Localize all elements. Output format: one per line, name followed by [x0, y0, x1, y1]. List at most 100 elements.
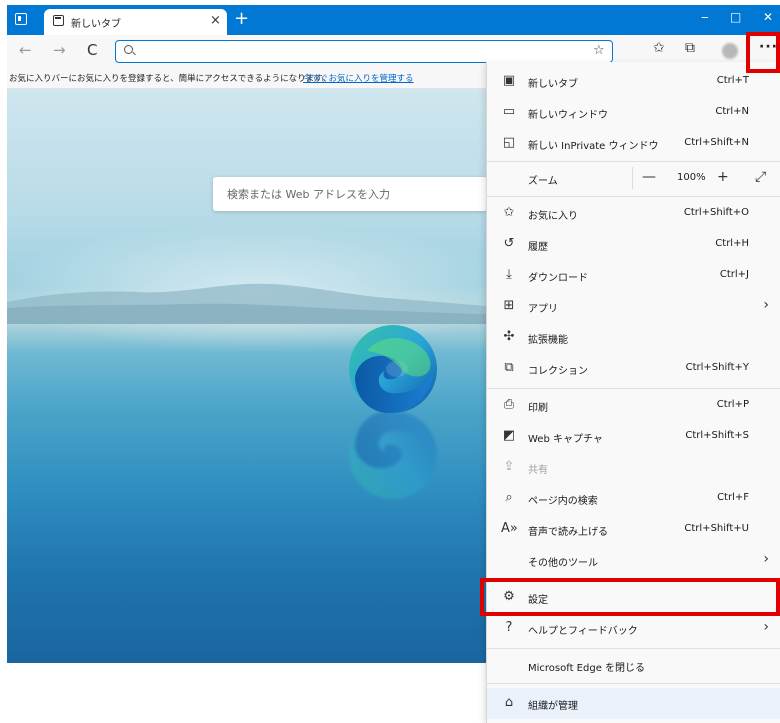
- menu-item-downloads[interactable]: ⤓ ダウンロード Ctrl+J: [487, 260, 780, 291]
- menu-label: 新しい InPrivate ウィンドウ: [528, 141, 659, 152]
- zoom-level: 100%: [677, 172, 706, 183]
- menu-label: その他のツール: [528, 558, 598, 569]
- menu-item-print[interactable]: ⎙ 印刷 Ctrl+P: [487, 390, 780, 421]
- menu-shortcut: Ctrl+Shift+Y: [685, 362, 749, 373]
- extensions-icon: ✣: [503, 329, 515, 344]
- forward-button[interactable]: →: [53, 41, 66, 59]
- menu-item-collections[interactable]: ⧉ コレクション Ctrl+Shift+Y: [487, 353, 780, 384]
- web-search-input[interactable]: [213, 177, 487, 211]
- new-tab-page: [7, 89, 487, 663]
- zoom-out-button[interactable]: —: [642, 169, 656, 185]
- menu-item-apps[interactable]: ⊞ アプリ ›: [487, 291, 780, 322]
- menu-item-read-aloud[interactable]: A» 音声で読み上げる Ctrl+Shift+U: [487, 514, 780, 545]
- menu-label: ズーム: [528, 176, 558, 187]
- new-tab-icon: ▣: [502, 73, 516, 88]
- edge-logo-reflection: [349, 411, 437, 499]
- menu-label: 共有: [528, 465, 548, 476]
- background-hills: [7, 283, 487, 324]
- menu-item-web-capture[interactable]: ◩ Web キャプチャ Ctrl+Shift+S: [487, 421, 780, 452]
- menu-separator: [487, 648, 780, 649]
- download-icon: ⤓: [506, 267, 512, 282]
- menu-item-more-tools[interactable]: その他のツール ›: [487, 545, 780, 576]
- edge-logo-icon: [349, 325, 437, 413]
- new-window-icon: ▭: [502, 104, 516, 119]
- menu-item-history[interactable]: ↺ 履歴 Ctrl+H: [487, 229, 780, 260]
- tab-new-tab[interactable]: 新しいタブ ×: [44, 9, 227, 35]
- menu-item-find-on-page[interactable]: ⌕ ページ内の検索 Ctrl+F: [487, 483, 780, 514]
- maximize-button[interactable]: □: [730, 10, 741, 24]
- menu-shortcut: Ctrl+N: [715, 106, 749, 117]
- apps-icon: ⊞: [503, 298, 515, 313]
- menu-separator: [487, 196, 780, 197]
- menu-label: お気に入り: [528, 211, 578, 222]
- add-favorite-icon[interactable]: ☆: [593, 43, 605, 58]
- zoom-in-button[interactable]: +: [717, 169, 729, 185]
- menu-separator: [487, 683, 780, 684]
- menu-label: 新しいウィンドウ: [528, 110, 608, 121]
- menu-item-favorites[interactable]: ✩ お気に入り Ctrl+Shift+O: [487, 198, 780, 229]
- close-window-button[interactable]: ✕: [763, 10, 773, 24]
- menu-label: ヘルプとフィードバック: [528, 626, 638, 637]
- menu-item-zoom: ズーム — 100% + ⤢: [487, 163, 780, 194]
- favorites-icon: ✩: [503, 205, 515, 220]
- menu-shortcut: Ctrl+P: [716, 399, 749, 410]
- zoom-divider: [632, 167, 633, 189]
- collections-icon[interactable]: ⧉: [685, 40, 695, 56]
- menu-item-new-tab[interactable]: ▣ 新しいタブ Ctrl+T: [487, 66, 780, 97]
- menu-item-new-inprivate[interactable]: ◱ 新しい InPrivate ウィンドウ Ctrl+Shift+N: [487, 128, 780, 159]
- chevron-right-icon: ›: [763, 619, 769, 635]
- menu-label: ページ内の検索: [528, 496, 598, 507]
- menu-item-extensions[interactable]: ✣ 拡張機能: [487, 322, 780, 353]
- manage-favorites-link[interactable]: 今すぐお気に入りを管理する: [303, 72, 414, 84]
- settings-and-more-menu: ▣ 新しいタブ Ctrl+T ▭ 新しいウィンドウ Ctrl+N ◱ 新しい I…: [486, 62, 780, 723]
- menu-shortcut: Ctrl+F: [717, 492, 749, 503]
- back-button[interactable]: ←: [19, 41, 32, 59]
- menu-item-help-feedback[interactable]: ? ヘルプとフィードバック ›: [487, 613, 780, 644]
- briefcase-icon: ⌂: [504, 695, 514, 710]
- chevron-right-icon: ›: [763, 297, 769, 313]
- search-icon: [124, 45, 133, 54]
- web-search-box[interactable]: [213, 177, 487, 211]
- menu-label: 拡張機能: [528, 335, 568, 346]
- fullscreen-icon[interactable]: ⤢: [755, 169, 766, 185]
- collections-icon: ⧉: [504, 360, 514, 375]
- address-bar[interactable]: ☆: [115, 40, 613, 63]
- share-icon: ⇪: [503, 459, 515, 474]
- menu-label: 印刷: [528, 403, 548, 414]
- new-tab-button[interactable]: +: [234, 8, 249, 29]
- menu-item-new-window[interactable]: ▭ 新しいウィンドウ Ctrl+N: [487, 97, 780, 128]
- menu-label: 新しいタブ: [528, 79, 578, 90]
- menu-item-share: ⇪ 共有: [487, 452, 780, 483]
- help-icon: ?: [505, 620, 513, 635]
- history-icon: ↺: [503, 236, 515, 251]
- tab-title: 新しいタブ: [71, 19, 121, 30]
- menu-shortcut: Ctrl+Shift+U: [684, 523, 749, 534]
- menu-shortcut: Ctrl+Shift+O: [683, 207, 749, 218]
- title-bar: 新しいタブ × + ‒ □ ✕: [7, 5, 780, 35]
- refresh-button[interactable]: C: [87, 41, 97, 59]
- menu-label: Microsoft Edge を閉じる: [528, 663, 646, 674]
- menu-shortcut: Ctrl+J: [719, 269, 749, 280]
- menu-label: 組織が管理: [528, 701, 578, 712]
- menu-label: コレクション: [528, 366, 588, 377]
- new-tab-page-icon: [53, 15, 64, 26]
- profile-avatar[interactable]: [722, 43, 738, 59]
- menu-separator: [487, 161, 780, 162]
- menu-shortcut: Ctrl+T: [716, 75, 749, 86]
- menu-item-close-edge[interactable]: Microsoft Edge を閉じる: [487, 650, 780, 681]
- menu-separator: [487, 388, 780, 389]
- minimize-button[interactable]: ‒: [701, 10, 709, 24]
- tab-actions-icon[interactable]: [15, 13, 27, 25]
- favorites-icon[interactable]: ✩: [653, 40, 665, 56]
- read-aloud-icon: A»: [501, 521, 518, 536]
- tab-close-button[interactable]: ×: [210, 13, 221, 28]
- find-icon: ⌕: [505, 490, 513, 505]
- menu-shortcut: Ctrl+Shift+N: [684, 137, 749, 148]
- print-icon: ⎙: [503, 397, 515, 412]
- menu-label: アプリ: [528, 304, 558, 315]
- menu-label: 履歴: [528, 242, 548, 253]
- menu-item-managed-by-org[interactable]: ⌂ 組織が管理: [487, 688, 780, 719]
- highlight-more-button: [746, 32, 780, 73]
- menu-label: ダウンロード: [528, 273, 588, 284]
- menu-label: Web キャプチャ: [528, 434, 603, 445]
